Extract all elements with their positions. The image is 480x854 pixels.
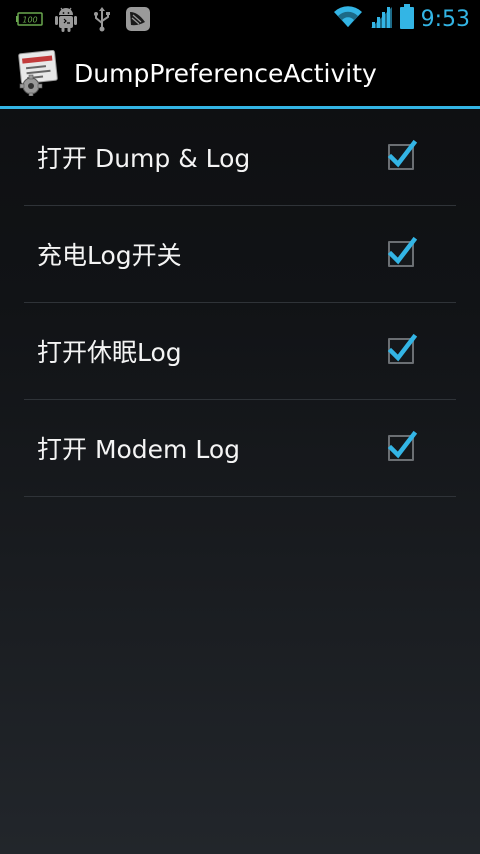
battery-icon (399, 4, 415, 34)
checkmark-icon (387, 236, 418, 265)
signal-icon (369, 5, 393, 33)
android-debug-icon (48, 4, 84, 34)
checkbox[interactable] (387, 333, 418, 364)
preference-item-modem-log[interactable]: 打开 Modem Log (24, 400, 456, 497)
preference-label: 打开 Dump & Log (37, 144, 251, 173)
preference-item-charge-log[interactable]: 充电Log开关 (24, 206, 456, 303)
usb-icon (84, 4, 120, 34)
svg-text:100: 100 (22, 16, 37, 25)
clock: 9:53 (420, 6, 470, 32)
preference-list: 打开 Dump & Log 充电Log开关 打开休眠Log 打开 Modem L… (24, 109, 456, 497)
preference-label: 打开休眠Log (37, 338, 182, 367)
checkmark-icon (387, 430, 418, 459)
preference-item-sleep-log[interactable]: 打开休眠Log (24, 303, 456, 400)
action-bar: DumpPreferenceActivity (0, 38, 480, 108)
preference-label: 充电Log开关 (37, 241, 182, 270)
preference-item-dump-log[interactable]: 打开 Dump & Log (24, 109, 456, 206)
preference-label: 打开 Modem Log (37, 435, 241, 464)
notification-icons: 100 (0, 4, 156, 34)
wifi-icon (333, 5, 363, 33)
screen: 100 9:53 DumpPreferenceActivity 打开 Dump … (0, 0, 480, 854)
status-bar: 100 9:53 (0, 0, 480, 38)
battery-full-icon: 100 (12, 4, 48, 34)
checkbox[interactable] (387, 236, 418, 267)
system-icons: 9:53 (333, 0, 470, 38)
checkmark-icon (387, 333, 418, 362)
checkmark-icon (387, 139, 418, 168)
checkbox[interactable] (387, 139, 418, 170)
checkbox[interactable] (387, 430, 418, 461)
preferences-app-icon[interactable] (18, 49, 62, 97)
hourglass-icon (120, 4, 156, 34)
page-title: DumpPreferenceActivity (74, 58, 377, 88)
